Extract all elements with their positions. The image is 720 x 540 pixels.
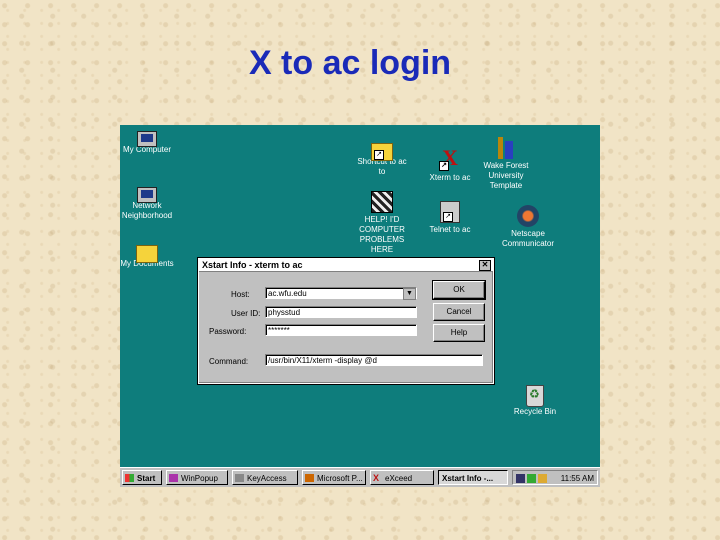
icon-label: HELP! I'D COMPUTER PROBLEMS HERE xyxy=(359,215,405,254)
desktop-icon-network-neighborhood[interactable]: Network Neighborhood xyxy=(120,183,187,221)
desktop-icon-telnet-to-ac[interactable]: ↗ Telnet to ac xyxy=(410,201,490,235)
icon-label: Netscape Communicator xyxy=(501,229,554,248)
tray-speaker-icon[interactable] xyxy=(538,474,547,483)
start-label: Start xyxy=(137,474,156,483)
windows-logo-icon xyxy=(125,474,134,482)
computer-icon xyxy=(137,131,157,147)
start-button[interactable]: Start xyxy=(122,470,162,485)
dialog-titlebar[interactable]: Xstart Info - xterm to ac ✕ xyxy=(199,259,493,272)
taskbar-item-label: Xstart Info -... xyxy=(442,474,494,483)
chevron-down-icon[interactable]: ▼ xyxy=(403,288,416,300)
clock[interactable]: 11:55 AM xyxy=(561,471,594,486)
recycle-bin-icon xyxy=(526,385,544,407)
tray-network-icon[interactable] xyxy=(527,474,536,483)
desktop-icon-my-computer[interactable]: My Computer xyxy=(120,127,187,155)
cancel-button[interactable]: Cancel xyxy=(433,303,485,321)
ok-button[interactable]: OK xyxy=(432,280,486,300)
xstart-info-dialog: Xstart Info - xterm to ac ✕ Host: ac.wfu… xyxy=(197,257,495,385)
taskbar: Start WinPopup KeyAccess Microsoft P... … xyxy=(120,467,600,487)
taskbar-item-label: eXceed xyxy=(385,474,413,483)
desktop-icon-netscape-communicator[interactable]: Netscape Communicator xyxy=(488,205,568,249)
folder-icon xyxy=(136,245,158,263)
command-label: Command: xyxy=(209,357,249,366)
password-label: Password: xyxy=(209,327,247,336)
help-button[interactable]: Help xyxy=(433,324,485,342)
help-icon xyxy=(371,191,393,213)
system-tray: 11:55 AM xyxy=(512,470,598,485)
host-label: Host: xyxy=(231,290,250,299)
x-logo-icon: X xyxy=(373,473,380,483)
userid-label: User ID: xyxy=(231,309,261,318)
desktop-icon-recycle-bin[interactable]: Recycle Bin xyxy=(495,383,575,417)
desktop-icon-wake-forest-template[interactable]: Wake Forest University Template xyxy=(466,135,546,191)
host-value: ac.wfu.edu xyxy=(268,289,307,298)
slide-title: X to ac login xyxy=(248,44,452,82)
windows-desktop: My Computer Network Neighborhood My Docu… xyxy=(120,125,600,487)
taskbar-item-label: WinPopup xyxy=(181,474,218,483)
winpopup-icon xyxy=(169,474,178,482)
key-icon xyxy=(235,474,244,482)
taskbar-item-xstart-info[interactable]: Xstart Info -... xyxy=(438,470,508,485)
template-icon xyxy=(495,135,517,159)
icon-label: Recycle Bin xyxy=(513,407,557,416)
powerpoint-icon xyxy=(305,474,314,482)
network-icon xyxy=(137,187,157,203)
shortcut-folder-icon: ↗ xyxy=(371,143,393,161)
tray-shield-icon[interactable] xyxy=(516,474,525,483)
desktop-icon-my-documents[interactable]: My Documents xyxy=(120,239,187,269)
telnet-icon: ↗ xyxy=(440,201,460,223)
taskbar-item-label: KeyAccess xyxy=(247,474,287,483)
close-button[interactable]: ✕ xyxy=(479,260,491,271)
taskbar-item-microsoft-p[interactable]: Microsoft P... xyxy=(302,470,366,485)
taskbar-item-label: Microsoft P... xyxy=(317,474,363,483)
netscape-icon xyxy=(517,205,539,227)
x-logo-icon: X ↗ xyxy=(437,145,463,171)
host-combobox[interactable]: ac.wfu.edu ▼ xyxy=(265,287,417,300)
icon-label: Telnet to ac xyxy=(429,225,471,234)
taskbar-item-keyaccess[interactable]: KeyAccess xyxy=(232,470,298,485)
taskbar-item-winpopup[interactable]: WinPopup xyxy=(166,470,228,485)
taskbar-item-exceed[interactable]: X eXceed xyxy=(370,470,434,485)
dialog-title: Xstart Info - xterm to ac xyxy=(202,260,303,270)
password-field[interactable]: ******* xyxy=(265,324,417,336)
userid-field[interactable]: physstud xyxy=(265,306,417,318)
command-field[interactable]: /usr/bin/X11/xterm -display @d xyxy=(265,354,483,366)
icon-label: Network Neighborhood xyxy=(121,201,173,220)
icon-label: Wake Forest University Template xyxy=(483,161,529,190)
